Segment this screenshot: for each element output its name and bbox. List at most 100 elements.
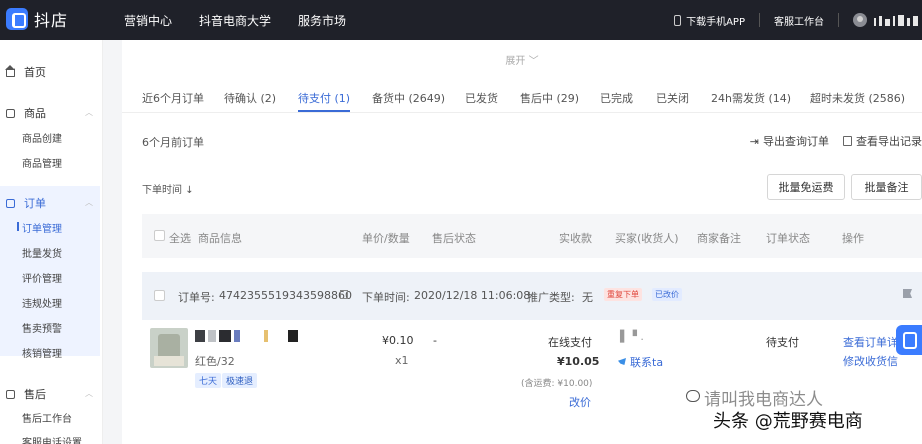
order-no: 4742355519343598860 (219, 289, 352, 302)
export-query-label: 导出查询订单 (763, 135, 829, 148)
expand-toggle[interactable]: 展开 ﹀ (122, 52, 922, 67)
unit-price: ¥0.10 (382, 334, 414, 347)
watermark-line2: 头条 @荒野赛电商 (713, 411, 863, 432)
sidebar-sub-verification[interactable]: 核销管理 (22, 345, 62, 360)
divider (838, 13, 839, 27)
nav-marketing-center[interactable]: 营销中心 (124, 12, 172, 29)
chevron-up-icon: ︿ (85, 389, 93, 398)
sidebar-sub-violation[interactable]: 违规处理 (22, 295, 62, 310)
sidebar-sub-goods-create[interactable]: 商品创建 (22, 130, 62, 145)
sidebar-item-home[interactable]: 首页 (0, 64, 103, 80)
nav-service-market[interactable]: 服务市场 (298, 12, 346, 29)
repeat-order-badge: 重复下单 (604, 288, 642, 301)
batch-note-button[interactable]: 批量备注 (851, 174, 922, 200)
order-checkbox[interactable] (154, 290, 165, 301)
paid-amount: ¥10.05 (557, 355, 600, 368)
tab-recent-6-months[interactable]: 近6个月订单 (142, 90, 204, 106)
sidebar-item-orders[interactable]: 订单 ︿ (0, 195, 103, 211)
view-order-detail-link[interactable]: 查看订单详 (843, 334, 898, 350)
flag-icon[interactable] (903, 289, 912, 298)
sidebar-sub-aftersale-workbench[interactable]: 售后工作台 (22, 410, 72, 425)
sidebar-item-goods[interactable]: 商品 ︿ (0, 105, 103, 121)
sidebar-sub-goods-manage[interactable]: 商品管理 (22, 155, 62, 170)
sort-by-order-time[interactable]: 下单时间 ↓ (142, 181, 194, 196)
modify-price-link[interactable]: 改价 (569, 394, 591, 410)
export-query-orders-button[interactable]: ⇥ 导出查询订单 (750, 133, 829, 149)
aftersale-status-value: - (433, 334, 437, 347)
floating-helper-icon[interactable] (896, 325, 922, 355)
promo-type-label: 推广类型: (527, 291, 575, 304)
sidebar-sub-batch-ship[interactable]: 批量发货 (22, 245, 62, 260)
sidebar-sub-service-phone[interactable]: 客服电话设置 (22, 434, 82, 444)
tab-24h-to-ship[interactable]: 24h需发货 (14) (711, 90, 791, 106)
modify-address-link[interactable]: 修改收货信 (843, 353, 898, 369)
service-workbench-link[interactable]: 客服工作台 (774, 13, 824, 28)
logo-text: 抖店 (34, 11, 69, 30)
col-actions: 操作 (842, 232, 864, 245)
older-orders-label[interactable]: 6个月前订单 (142, 134, 204, 150)
tab-closed[interactable]: 已关闭 (656, 90, 689, 106)
select-all-checkbox[interactable] (154, 230, 165, 241)
view-export-label: 查看导出记录 (856, 135, 922, 148)
user-name-redacted[interactable] (874, 14, 918, 26)
nav-ecommerce-university[interactable]: 抖音电商大学 (199, 12, 271, 29)
chat-icon (618, 358, 626, 365)
watermark-icon (686, 390, 700, 402)
col-goods-info: 商品信息 (198, 232, 242, 245)
tab-aftersale[interactable]: 售后中 (29) (520, 90, 579, 106)
sidebar: 首页 商品 ︿ 商品创建 商品管理 订单 ︿ 订单管理 批量发货 评价管理 违规… (0, 40, 103, 444)
sidebar-item-label: 售后 (24, 388, 46, 401)
order-status-tabs: 近6个月订单 待确认 (2) 待支付 (1) 备货中 (2649) 已发货 售后… (122, 88, 922, 113)
tab-overdue-unshipped[interactable]: 超时未发货 (2586) (810, 90, 905, 106)
pay-method: 在线支付 (548, 336, 592, 349)
shipping-fee-note: (含运费: ¥10.00) (521, 379, 593, 389)
fast-refund-badge: 极速退 (222, 373, 258, 388)
tab-to-confirm[interactable]: 待确认 (2) (224, 90, 276, 106)
view-export-records-button[interactable]: 查看导出记录 (843, 133, 922, 149)
order-no-label: 订单号: (178, 291, 215, 304)
sidebar-sub-sales-warning[interactable]: 售卖预警 (22, 320, 62, 335)
orders-card: 展开 ﹀ 近6个月订单 待确认 (2) 待支付 (1) 备货中 (2649) 已… (122, 40, 922, 444)
export-icon: ⇥ (749, 134, 759, 148)
tab-completed[interactable]: 已完成 (600, 90, 633, 106)
order-status-value: 待支付 (766, 336, 799, 349)
sidebar-sub-order-manage[interactable]: 订单管理 (22, 220, 62, 235)
tab-preparing[interactable]: 备货中 (2649) (372, 90, 445, 106)
avatar[interactable] (853, 13, 867, 27)
col-aftersale-status: 售后状态 (432, 232, 476, 245)
order-time-label: 下单时间: (362, 291, 410, 304)
buyer-name-redacted[interactable]: ▌▝ . (620, 330, 644, 343)
batch-free-shipping-button[interactable]: 批量免运费 (767, 174, 845, 200)
promo-type-value: 无 (582, 291, 593, 304)
top-nav: 营销中心 抖音电商大学 服务市场 (124, 0, 346, 40)
top-right-area: 下载手机APP 客服工作台 (674, 0, 922, 40)
seven-day-badge: 七天 (195, 373, 222, 388)
home-icon (5, 64, 15, 77)
tab-to-pay[interactable]: 待支付 (1) (298, 90, 350, 106)
col-paid: 实收款 (559, 232, 592, 245)
price-modified-badge: 已改价 (652, 288, 682, 301)
sidebar-sub-review-manage[interactable]: 评价管理 (22, 270, 62, 285)
download-app-link[interactable]: 下载手机APP (686, 13, 745, 28)
table-header: 全选 商品信息 单价/数量 售后状态 实收款 买家(收货人) 商家备注 订单状态… (142, 214, 922, 258)
sidebar-item-label: 首页 (24, 66, 46, 79)
chevron-up-icon: ︿ (85, 108, 93, 117)
order-time: 2020/12/18 11:06:08 (414, 289, 531, 302)
phone-icon (674, 14, 682, 26)
tab-shipped[interactable]: 已发货 (465, 90, 498, 106)
order-icon (6, 198, 15, 208)
expand-label: 展开 (505, 56, 526, 67)
copy-icon[interactable] (340, 290, 348, 299)
document-icon (843, 136, 852, 146)
sort-arrow-icon: ↓ (185, 185, 194, 196)
product-thumbnail[interactable] (150, 328, 188, 368)
main-content: 展开 ﹀ 近6个月订单 待确认 (2) 待支付 (1) 备货中 (2649) 已… (103, 40, 922, 444)
sidebar-item-aftersale[interactable]: 售后 ︿ (0, 386, 103, 402)
doudian-logo-icon (6, 8, 28, 30)
product-title-redacted[interactable] (195, 330, 298, 342)
sort-label: 下单时间 (142, 185, 182, 196)
contact-buyer-link[interactable]: 联系ta (630, 354, 663, 370)
col-merchant-note: 商家备注 (697, 232, 741, 245)
logo[interactable]: 抖店 (6, 7, 68, 31)
active-indicator (17, 222, 19, 231)
